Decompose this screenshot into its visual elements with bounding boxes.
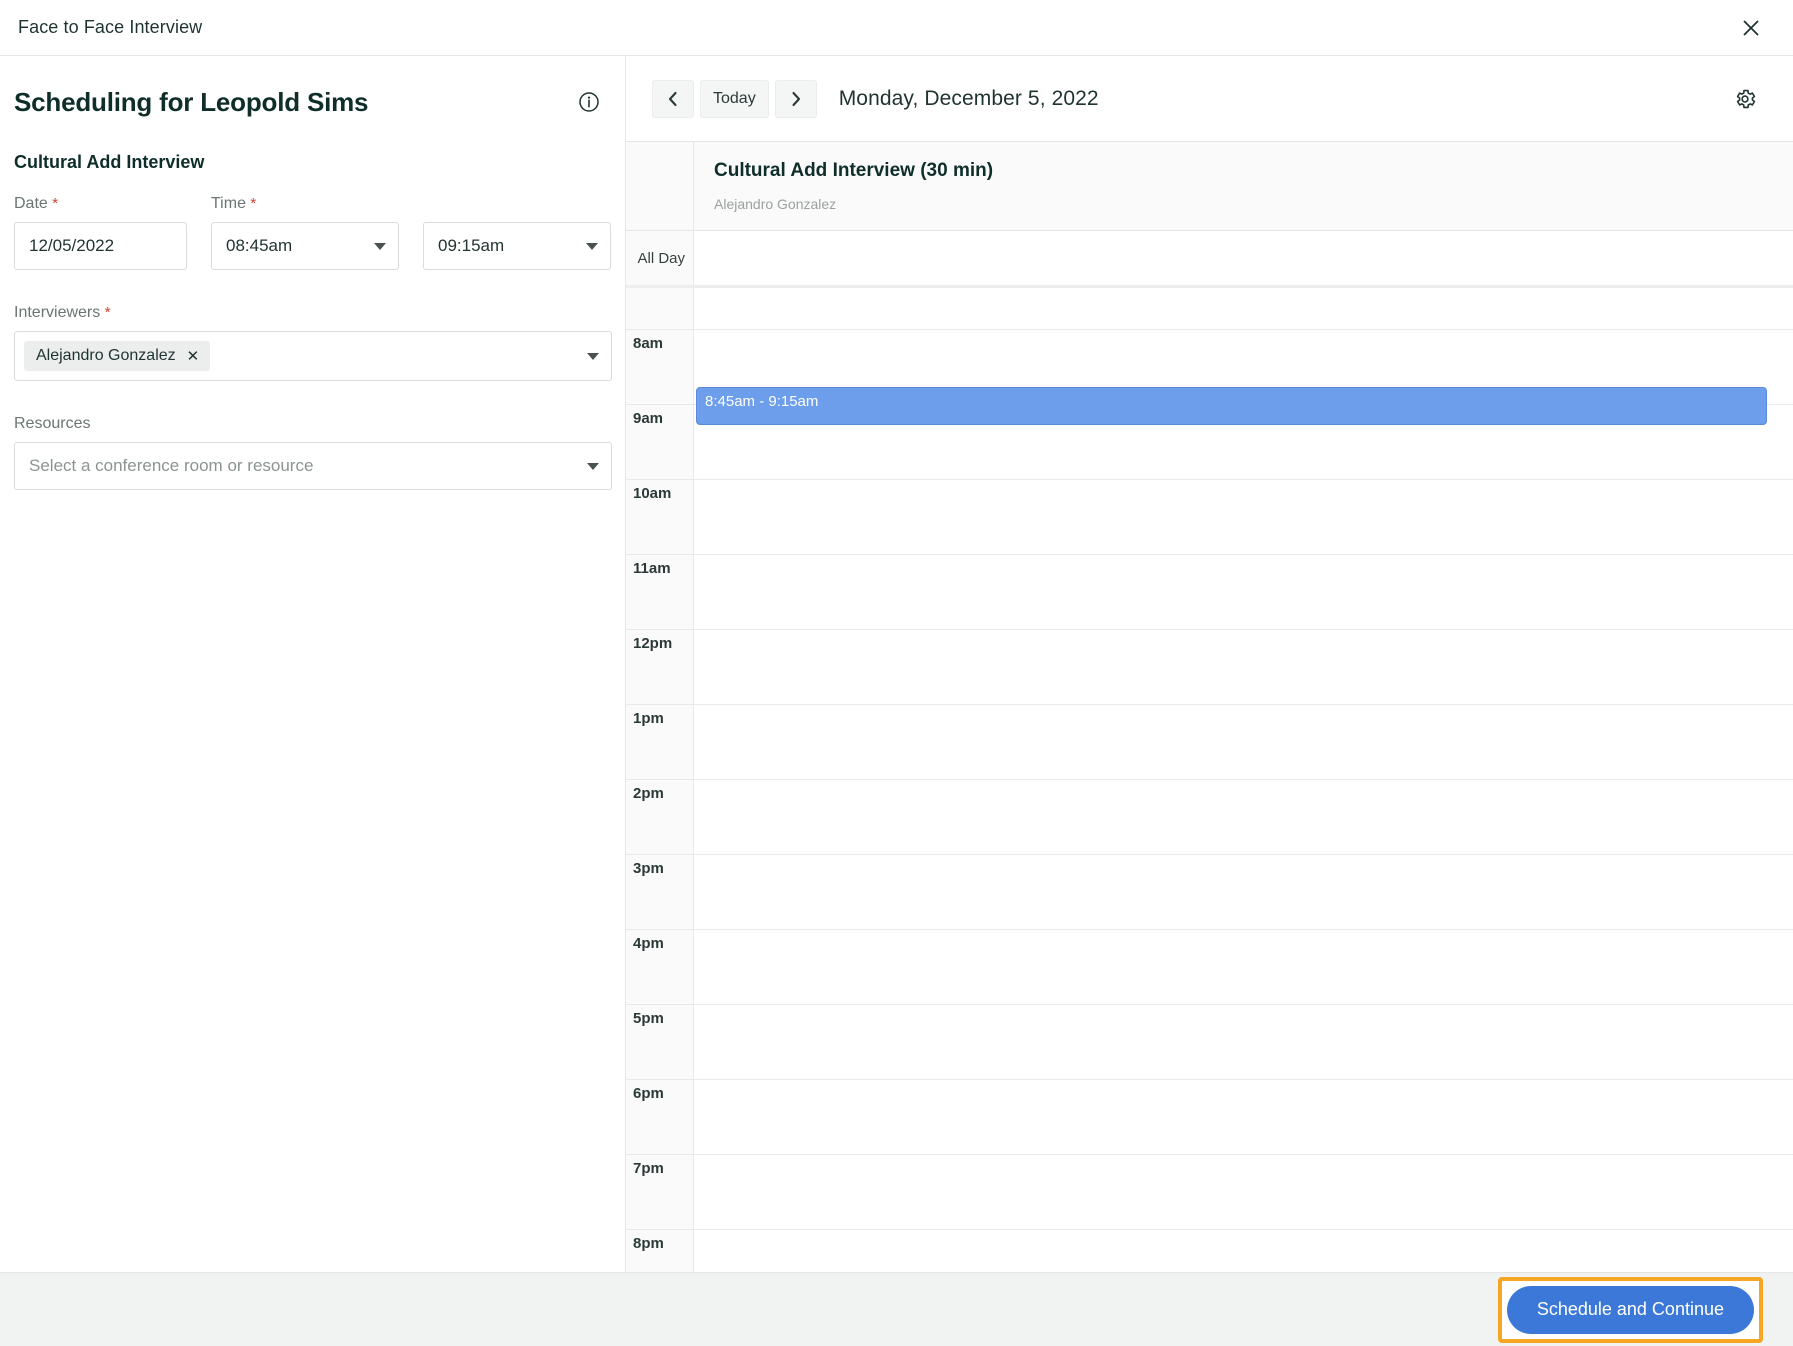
chevron-down-icon: [374, 242, 386, 250]
time-gutter-cell: 8pm: [626, 1230, 693, 1272]
time-gutter-cell: 8am: [626, 330, 693, 405]
calendar-time-slot[interactable]: [694, 855, 1793, 930]
calendar-time-slot[interactable]: [694, 480, 1793, 555]
calendar-time-slot[interactable]: [694, 930, 1793, 1005]
today-button[interactable]: Today: [700, 79, 769, 118]
time-gutter-cell: 9am: [626, 405, 693, 480]
calendar-toolbar: Today Monday, December 5, 2022: [626, 56, 1793, 142]
start-time-value: 08:45am: [226, 236, 293, 255]
calendar-time-slot[interactable]: [694, 705, 1793, 780]
time-gutter-cell: 7pm: [626, 1155, 693, 1230]
calendar-time-slot[interactable]: [694, 1155, 1793, 1230]
all-day-slot[interactable]: [694, 231, 1793, 285]
resources-select[interactable]: Select a conference room or resource: [14, 442, 612, 490]
modal-footer: Schedule and Continue: [0, 1272, 1793, 1346]
calendar-day-column[interactable]: 8:45am - 9:15am: [694, 288, 1793, 1272]
interviewers-select[interactable]: Alejandro Gonzalez ✕: [14, 331, 612, 381]
calendar-time-slot[interactable]: [694, 630, 1793, 705]
modal-title: Face to Face Interview: [18, 17, 203, 37]
chevron-down-icon: [587, 462, 599, 470]
interviewer-chip-list: Alejandro Gonzalez ✕: [24, 341, 579, 371]
calendar-time-slot[interactable]: [694, 288, 1793, 330]
calendar-panel: Today Monday, December 5, 2022 Cultural …: [626, 56, 1793, 1272]
date-input[interactable]: 12/05/2022: [14, 222, 187, 270]
interviewers-required-marker: *: [104, 304, 111, 321]
time-gutter-cell: 6pm: [626, 1080, 693, 1155]
time-gutter-cell: 5pm: [626, 1005, 693, 1080]
interview-section-title: Cultural Add Interview: [14, 152, 205, 172]
start-time-select[interactable]: 08:45am: [211, 222, 399, 270]
time-label-text: Time: [211, 195, 246, 212]
end-time-value: 09:15am: [438, 236, 505, 255]
date-input-value: 12/05/2022: [29, 236, 115, 255]
interviewer-chip-label: Alejandro Gonzalez: [36, 347, 176, 364]
gear-icon: [1736, 89, 1756, 108]
calendar-date-label: Monday, December 5, 2022: [838, 86, 1099, 110]
modal-body: Scheduling for Leopold Sims Cultural Add…: [0, 56, 1793, 1272]
interviewers-label-text: Interviewers: [14, 304, 101, 321]
time-field-group: Time * 08:45am 09:15am: [211, 195, 611, 270]
time-required-marker: *: [250, 195, 257, 212]
close-x-icon[interactable]: ✕: [187, 349, 200, 364]
interviewer-chip[interactable]: Alejandro Gonzalez ✕: [24, 341, 211, 371]
info-circle-icon: [579, 92, 599, 112]
date-required-marker: *: [52, 195, 59, 212]
gutter-header-spacer: [626, 142, 694, 230]
modal-topbar: Face to Face Interview: [0, 0, 1793, 56]
calendar-interviewer-name: Alejandro Gonzalez: [714, 196, 837, 212]
date-label: Date *: [14, 195, 187, 213]
end-time-select[interactable]: 09:15am: [423, 222, 611, 270]
time-gutter-cell: [626, 288, 693, 330]
resources-placeholder: Select a conference room or resource: [29, 456, 314, 475]
chevron-down-icon: [587, 352, 599, 360]
chevron-right-icon: [792, 91, 800, 106]
schedule-and-continue-button[interactable]: Schedule and Continue: [1506, 1285, 1754, 1334]
calendar-time-slot[interactable]: [694, 780, 1793, 855]
time-gutter-cell: 1pm: [626, 705, 693, 780]
next-day-button[interactable]: [774, 79, 817, 118]
time-gutter-cell: 12pm: [626, 630, 693, 705]
time-gutter-cell: 4pm: [626, 930, 693, 1005]
time-gutter-cell: 3pm: [626, 855, 693, 930]
all-day-row: All Day: [626, 231, 1793, 288]
calendar-grid: 8am 9am 10am 11am 12pm 1pm 2pm 3pm 4pm 5pm 6pm 7pm 8…: [626, 288, 1793, 1272]
today-button-label: Today: [713, 89, 756, 107]
calendar-time-slot[interactable]: [694, 1080, 1793, 1155]
calendar-event-type-title: Cultural Add Interview (30 min): [714, 160, 994, 181]
date-field-group: Date * 12/05/2022: [14, 195, 187, 270]
schedule-button-focus-ring: Schedule and Continue: [1497, 1276, 1763, 1343]
calendar-time-slot[interactable]: [694, 555, 1793, 630]
resources-label: Resources: [14, 415, 91, 432]
time-label: Time *: [211, 195, 611, 213]
prev-day-button[interactable]: [652, 79, 694, 118]
calendar-nav-group: Today: [652, 79, 817, 118]
calendar-time-slot[interactable]: [694, 1230, 1793, 1272]
chevron-left-icon: [668, 91, 677, 106]
calendar-column-header-body: Cultural Add Interview (30 min) Alejandr…: [694, 142, 1793, 230]
time-gutter-cell: 10am: [626, 480, 693, 555]
scheduling-form-panel: Scheduling for Leopold Sims Cultural Add…: [0, 56, 626, 1272]
time-inputs: 08:45am 09:15am: [211, 222, 611, 270]
resources-field-group: Resources Select a conference room or re…: [14, 415, 612, 490]
close-icon: [1743, 20, 1759, 35]
calendar-time-slot[interactable]: [694, 1005, 1793, 1080]
time-gutter-cell: 11am: [626, 555, 693, 630]
calendar-event-label: 8:45am - 9:15am: [705, 393, 819, 410]
all-day-label: All Day: [626, 231, 694, 285]
interviewers-field-group: Interviewers * Alejandro Gonzalez ✕: [14, 304, 612, 381]
panel-header: Scheduling for Leopold Sims: [14, 86, 611, 118]
scheduling-modal: Face to Face Interview Scheduling for Le…: [0, 0, 1793, 1346]
calendar-event[interactable]: 8:45am - 9:15am: [696, 387, 1767, 425]
chevron-down-icon: [586, 242, 598, 250]
info-button[interactable]: [575, 88, 603, 116]
date-time-row: Date * 12/05/2022 Time * 08:45am 09:15am: [14, 195, 611, 270]
page-title: Scheduling for Leopold Sims: [14, 87, 369, 117]
close-button[interactable]: [1733, 10, 1769, 46]
calendar-column-header: Cultural Add Interview (30 min) Alejandr…: [626, 142, 1793, 231]
time-gutter-cell: 2pm: [626, 780, 693, 855]
time-gutter: 8am 9am 10am 11am 12pm 1pm 2pm 3pm 4pm 5pm 6pm 7pm 8…: [626, 288, 694, 1272]
date-label-text: Date: [14, 195, 48, 212]
calendar-settings-button[interactable]: [1725, 79, 1765, 119]
interviewers-label: Interviewers *: [14, 304, 611, 322]
